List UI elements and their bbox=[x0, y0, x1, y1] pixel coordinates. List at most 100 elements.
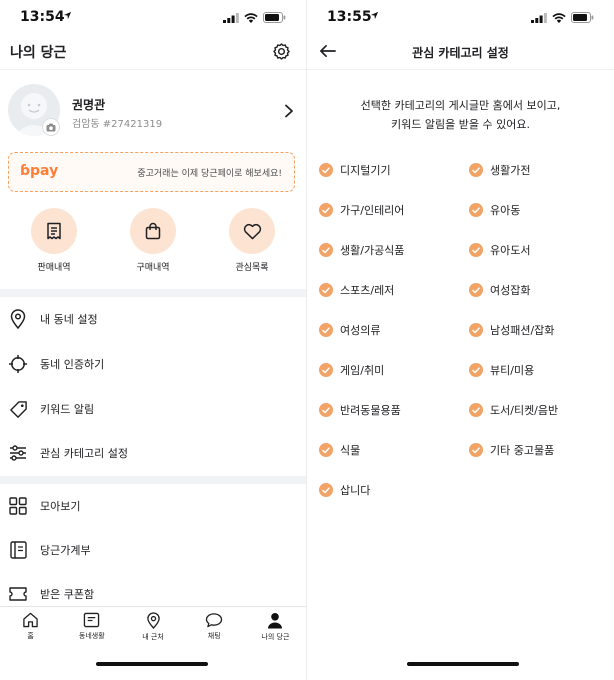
receipt-icon bbox=[47, 222, 61, 240]
menu-keyword-alerts[interactable]: 키워드 알림 bbox=[0, 389, 306, 429]
category-checkbox[interactable]: 게임/취미 bbox=[319, 360, 469, 380]
checkmark-icon bbox=[469, 163, 483, 177]
section-divider bbox=[0, 476, 306, 484]
category-checkbox[interactable]: 뷰티/미용 bbox=[469, 360, 609, 380]
chat-icon bbox=[206, 613, 223, 628]
battery-icon bbox=[571, 12, 594, 23]
tab-label: 채팅 bbox=[207, 632, 221, 640]
shopping-bag-icon bbox=[145, 222, 161, 240]
category-checkbox[interactable]: 생활가전 bbox=[469, 160, 609, 180]
category-checkbox[interactable]: 남성패션/잡화 bbox=[469, 320, 609, 340]
status-time: 13:55 bbox=[327, 9, 372, 25]
category-checkbox[interactable]: 디지털기기 bbox=[319, 160, 469, 180]
category-label: 기타 중고물품 bbox=[490, 444, 555, 457]
pay-logo-mark: ɓ bbox=[20, 163, 31, 179]
category-label: 생활/가공식품 bbox=[340, 244, 405, 257]
home-indicator bbox=[96, 662, 208, 666]
interest-category-screen: 13:55 관심 카테고리 설정 선택한 카테고리의 게시글만 홈에서 보이고,… bbox=[307, 0, 614, 680]
heart-icon bbox=[243, 223, 261, 239]
battery-icon bbox=[263, 12, 286, 23]
signal-icon bbox=[531, 12, 547, 23]
category-checkbox[interactable]: 가구/인테리어 bbox=[319, 200, 469, 220]
home-indicator bbox=[407, 662, 519, 666]
category-checkbox[interactable]: 도서/티켓/음반 bbox=[469, 400, 609, 420]
menu-label: 받은 쿠폰함 bbox=[40, 588, 95, 601]
category-label: 반려동물용품 bbox=[340, 404, 401, 417]
pay-logo-text: pay bbox=[30, 163, 59, 179]
location-icon bbox=[146, 612, 160, 629]
carrot-pay-logo: ɓpay bbox=[20, 163, 58, 179]
coupon-icon bbox=[8, 584, 28, 604]
checkmark-icon bbox=[469, 243, 483, 257]
checkmark-icon bbox=[469, 203, 483, 217]
menu-label: 당근가계부 bbox=[40, 544, 91, 557]
community-icon bbox=[84, 612, 100, 628]
tab-chat[interactable]: 채팅 bbox=[184, 607, 245, 646]
camera-icon[interactable] bbox=[42, 118, 60, 136]
category-checkbox[interactable]: 반려동물용품 bbox=[319, 400, 469, 420]
menu-label: 모아보기 bbox=[40, 500, 81, 513]
chevron-right-icon[interactable] bbox=[284, 104, 294, 118]
status-bar: 13:54 bbox=[0, 0, 306, 34]
checkmark-icon bbox=[469, 363, 483, 377]
header: 관심 카테고리 설정 bbox=[307, 34, 614, 70]
menu-my-neighborhood[interactable]: 내 동네 설정 bbox=[0, 299, 306, 339]
purchase-history-button[interactable]: 구매내역 bbox=[119, 208, 187, 273]
checkmark-icon bbox=[319, 243, 333, 257]
menu-collections[interactable]: 모아보기 bbox=[0, 486, 306, 526]
category-checkbox[interactable]: 기타 중고물품 bbox=[469, 440, 609, 460]
tab-community[interactable]: 동네생활 bbox=[61, 607, 122, 646]
tab-label: 동네생활 bbox=[78, 632, 105, 640]
sales-history-button[interactable]: 판매내역 bbox=[20, 208, 88, 273]
sliders-icon bbox=[8, 443, 28, 463]
checkmark-icon bbox=[319, 483, 333, 497]
checkmark-icon bbox=[469, 323, 483, 337]
tab-label: 내 근처 bbox=[142, 633, 164, 641]
category-label: 여성의류 bbox=[340, 324, 381, 337]
category-checkbox[interactable]: 삽니다 bbox=[319, 480, 469, 500]
category-label: 유아도서 bbox=[490, 244, 531, 257]
checkmark-icon bbox=[469, 443, 483, 457]
category-checkbox[interactable]: 스포츠/레저 bbox=[319, 280, 469, 300]
checkmark-icon bbox=[469, 403, 483, 417]
category-label: 가구/인테리어 bbox=[340, 204, 405, 217]
category-label: 스포츠/레저 bbox=[340, 284, 395, 297]
tab-my-carrot[interactable]: 나의 당근 bbox=[245, 607, 306, 646]
gear-icon[interactable] bbox=[272, 42, 291, 61]
category-label: 식물 bbox=[340, 444, 361, 457]
category-label: 남성패션/잡화 bbox=[490, 324, 555, 337]
carrot-pay-banner[interactable]: ɓpay 중고거래는 이제 당근페이로 해보세요! bbox=[8, 152, 295, 192]
checkmark-icon bbox=[319, 203, 333, 217]
wifi-icon bbox=[244, 12, 258, 23]
intro-line: 키워드 알림을 받을 수 있어요. bbox=[391, 118, 530, 131]
category-checkbox[interactable]: 생활/가공식품 bbox=[319, 240, 469, 260]
location-arrow-icon bbox=[63, 11, 72, 20]
category-checkbox[interactable]: 유아동 bbox=[469, 200, 609, 220]
quick-action-label: 구매내역 bbox=[136, 263, 170, 273]
wishlist-button[interactable]: 관심목록 bbox=[218, 208, 286, 273]
category-label: 도서/티켓/음반 bbox=[490, 404, 559, 417]
menu-interest-categories[interactable]: 관심 카테고리 설정 bbox=[0, 433, 306, 473]
checkmark-icon bbox=[469, 283, 483, 297]
category-checkbox[interactable]: 식물 bbox=[319, 440, 469, 460]
quick-icon-circle bbox=[229, 208, 275, 254]
tab-label: 홈 bbox=[27, 632, 34, 640]
category-checkbox[interactable]: 여성의류 bbox=[319, 320, 469, 340]
person-icon bbox=[268, 613, 283, 629]
tab-nearby[interactable]: 내 근처 bbox=[122, 607, 183, 646]
menu-verify-neighborhood[interactable]: 동네 인증하기 bbox=[0, 344, 306, 384]
menu-household-ledger[interactable]: 당근가계부 bbox=[0, 530, 306, 570]
tab-home[interactable]: 홈 bbox=[0, 607, 61, 646]
page-title: 관심 카테고리 설정 bbox=[412, 46, 509, 60]
menu-label: 내 동네 설정 bbox=[40, 313, 98, 326]
profile-card[interactable]: 권명관 검암동 #27421319 bbox=[8, 84, 294, 140]
category-label: 여성잡화 bbox=[490, 284, 531, 297]
profile-name: 권명관 bbox=[72, 98, 106, 112]
category-checkbox[interactable]: 여성잡화 bbox=[469, 280, 609, 300]
category-checkbox[interactable]: 유아도서 bbox=[469, 240, 609, 260]
quick-icon-circle bbox=[130, 208, 176, 254]
home-icon bbox=[23, 612, 38, 628]
quick-action-label: 관심목록 bbox=[235, 263, 269, 273]
location-arrow-icon bbox=[370, 11, 379, 20]
checkmark-icon bbox=[319, 323, 333, 337]
